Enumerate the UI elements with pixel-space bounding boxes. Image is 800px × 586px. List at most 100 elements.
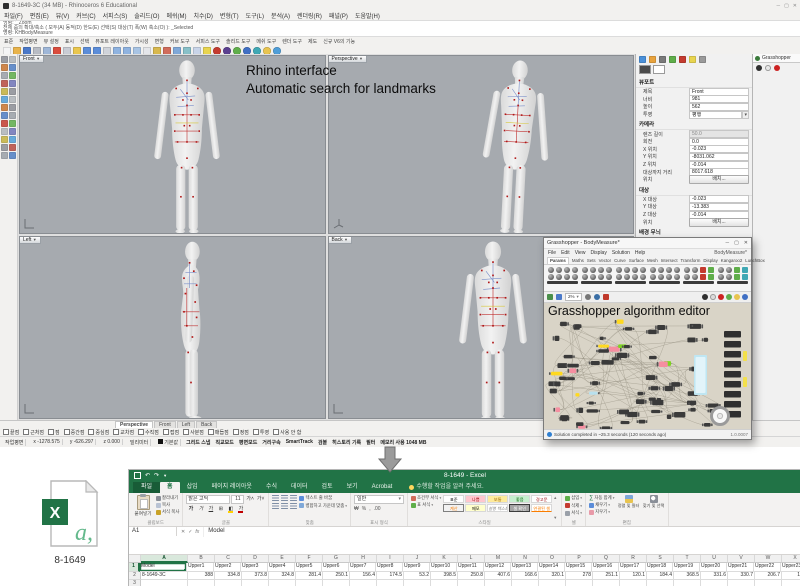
column-header-N[interactable]: N — [512, 555, 539, 563]
cell-C1[interactable]: Upper2 — [214, 563, 241, 572]
column-header-G[interactable]: G — [323, 555, 350, 563]
cell-W1[interactable]: Upper22 — [754, 563, 781, 572]
cell-X2[interactable]: 16.2 — [782, 572, 800, 581]
cell-Q1[interactable]: Upper16 — [592, 563, 619, 572]
osnap-checkbox[interactable] — [273, 429, 279, 435]
tell-me-box[interactable]: 수행할 작업을 알려 주세요. — [409, 482, 483, 493]
gh-tab-intersect[interactable]: Intersect — [661, 258, 678, 264]
column-header-P[interactable]: P — [566, 555, 593, 563]
gh-component-icon[interactable] — [666, 267, 672, 273]
font-size-select[interactable]: 11 — [231, 495, 244, 504]
cell-B3[interactable] — [188, 580, 215, 586]
style-cell[interactable]: 표준 — [443, 495, 464, 503]
column-header-C[interactable]: C — [215, 555, 242, 563]
cell-M1[interactable]: Upper12 — [484, 563, 511, 572]
status-item[interactable]: 평면모드 — [239, 439, 257, 446]
sidebar-tool-icon[interactable] — [1, 72, 8, 79]
rhino-toolbar-tab[interactable]: 선택 — [80, 38, 89, 45]
gh-component-icon[interactable] — [548, 274, 554, 280]
gh-gray-sphere-icon[interactable] — [765, 65, 771, 71]
cell-L3[interactable] — [458, 580, 485, 586]
gh-red-sphere-icon[interactable] — [774, 65, 780, 71]
status-item[interactable]: 필터 — [366, 439, 375, 446]
gh-component-icon[interactable] — [708, 274, 714, 280]
gh-component-icon[interactable] — [590, 267, 596, 273]
cell-P2[interactable]: 278 — [566, 572, 593, 581]
italic-button[interactable]: 가 — [196, 505, 205, 514]
cell-E3[interactable] — [269, 580, 296, 586]
solver-dark-icon[interactable] — [702, 294, 708, 300]
rhino-menu-item[interactable]: 도움말(H) — [355, 11, 380, 20]
sidebar-tool-icon[interactable] — [9, 152, 16, 159]
cell-A2[interactable]: 8-1649-3C — [141, 572, 188, 581]
column-header-S[interactable]: S — [647, 555, 674, 563]
osnap-item[interactable]: 매듭점 — [208, 429, 229, 436]
cell-V1[interactable]: Upper21 — [727, 563, 754, 572]
dropdown-arrow-icon[interactable]: ▾ — [742, 111, 749, 119]
cancel-icon[interactable]: ✕ — [181, 529, 185, 535]
cell-N3[interactable] — [512, 580, 539, 586]
cell-M3[interactable] — [485, 580, 512, 586]
rhino-toolbar-tab[interactable]: 변형 — [155, 38, 164, 45]
sidebar-tool-icon[interactable] — [1, 56, 8, 63]
gh-component-icon[interactable] — [650, 267, 656, 273]
sidebar-tool-icon[interactable] — [9, 72, 16, 79]
rhino-menu-item[interactable]: 솔리드(O) — [134, 11, 159, 20]
conditional-formatting-button[interactable]: 조건부 서식 ▾ — [411, 495, 441, 501]
gh-component-icon[interactable] — [590, 274, 596, 280]
cell-L2[interactable]: 250.8 — [458, 572, 485, 581]
gh-tab-surface[interactable]: Surface — [629, 258, 644, 264]
clear-button[interactable]: 지우기 ▾ — [589, 509, 614, 515]
cell-J3[interactable] — [404, 580, 431, 586]
excel-file-shortcut[interactable]: X a, 8-1649 — [28, 480, 112, 566]
gallery-scrollbar[interactable]: ▲▼ — [553, 495, 558, 520]
rhino-toolbar-tab[interactable]: 렌더 도구 — [282, 38, 302, 45]
sidebar-tool-icon[interactable] — [1, 112, 8, 119]
minimize-icon[interactable]: ─ — [777, 3, 781, 9]
gh-component-icon[interactable] — [742, 274, 748, 280]
gh-menu-item[interactable]: Help — [635, 250, 645, 256]
fx-icon[interactable]: fx — [195, 529, 199, 535]
gh-component-icon[interactable] — [684, 267, 690, 273]
font-name-select[interactable]: 맑은 고딕 — [186, 495, 230, 504]
column-header-H[interactable]: H — [350, 555, 377, 563]
sidebar-tool-icon[interactable] — [1, 104, 8, 111]
column-header-W[interactable]: W — [755, 555, 782, 563]
cell-X3[interactable] — [782, 580, 800, 586]
grasshopper-canvas[interactable]: Grasshopper algorithm editor — [544, 303, 751, 429]
rhino-menu-item[interactable]: 서피스(S) — [103, 11, 128, 20]
lights-tab-icon[interactable] — [689, 56, 696, 63]
cell-B1[interactable]: Upper1 — [187, 563, 214, 572]
status-item[interactable]: 그리드 스냅 — [186, 439, 210, 446]
solver-red-icon[interactable] — [718, 294, 724, 300]
maximize-icon[interactable]: ▢ — [734, 240, 739, 246]
gh-component-icon[interactable] — [700, 274, 706, 280]
cell-V3[interactable] — [728, 580, 755, 586]
borders-button[interactable]: ⊞ — [216, 505, 225, 514]
viewport-left-label[interactable]: Left ▼ — [20, 237, 41, 244]
cell-F3[interactable] — [296, 580, 323, 586]
merge-center-button[interactable]: 병합하고 가운데 맞춤 ▾ — [299, 503, 347, 509]
sidebar-tool-icon[interactable] — [9, 112, 16, 119]
gh-component-icon[interactable] — [718, 267, 724, 273]
gh-component-icon[interactable] — [632, 267, 638, 273]
sidebar-tool-icon[interactable] — [9, 88, 16, 95]
autosum-button[interactable]: ∑자동 합계 ▾ — [589, 495, 614, 501]
gh-component-icon[interactable] — [674, 267, 680, 273]
osnap-item[interactable]: 근처점 — [23, 429, 44, 436]
tab-ribbon[interactable]: 검토 — [315, 482, 340, 493]
row-header-2[interactable]: 2 — [129, 572, 141, 581]
sidebar-tool-icon[interactable] — [1, 96, 8, 103]
gh-tab-curve[interactable]: Curve — [614, 258, 626, 264]
new-doc-icon[interactable] — [547, 294, 553, 300]
osnap-item[interactable]: 중간점 — [64, 429, 85, 436]
cell-Q2[interactable]: 251.1 — [593, 572, 620, 581]
cell-A1[interactable]: Model — [140, 563, 187, 572]
preview-blue-icon[interactable] — [742, 294, 748, 300]
cell-T2[interactable]: 368.5 — [674, 572, 701, 581]
cell-M2[interactable]: 407.6 — [485, 572, 512, 581]
style-cell[interactable]: 계산 — [443, 504, 464, 512]
style-cell[interactable]: 메모 — [465, 504, 486, 512]
cell-E1[interactable]: Upper4 — [268, 563, 295, 572]
shrink-font-button[interactable]: 가˅ — [256, 495, 266, 504]
